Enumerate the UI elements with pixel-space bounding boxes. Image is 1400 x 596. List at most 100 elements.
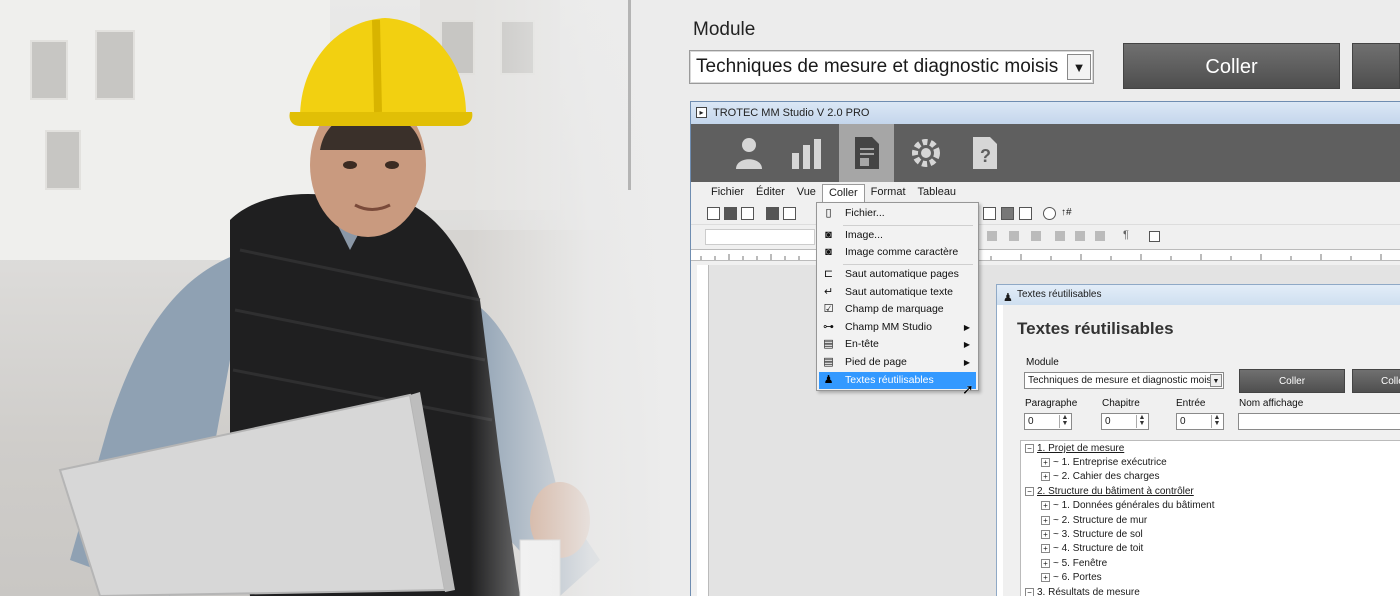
zoom-icon[interactable] bbox=[783, 207, 796, 220]
vertical-ruler bbox=[697, 265, 709, 596]
menu-item-label: Image comme caractère bbox=[845, 246, 959, 258]
menu-item-footer[interactable]: ▤ Pied de page ▶ bbox=[819, 354, 976, 371]
tree-node[interactable]: + ~ 1. Entreprise exécutrice bbox=[1041, 456, 1167, 470]
style-selector[interactable] bbox=[705, 229, 815, 245]
tree-node-label: ~ 2. Structure de mur bbox=[1053, 515, 1148, 526]
tree-node[interactable]: + ~ 2. Structure de mur bbox=[1041, 514, 1147, 528]
tree-node[interactable]: + ~ 5. Fenêtre bbox=[1041, 557, 1107, 571]
tree-node-label: ~ 4. Structure de toit bbox=[1053, 543, 1144, 554]
save-icon[interactable] bbox=[741, 207, 754, 220]
menu-item-image-character[interactable]: ◙ Image comme caractère bbox=[819, 244, 976, 261]
tree-node[interactable]: + ~ 2. Cahier des charges bbox=[1041, 470, 1159, 484]
field-number-icon[interactable]: ↑# bbox=[1061, 207, 1072, 218]
new-document-icon[interactable] bbox=[707, 207, 720, 220]
module-select-value: Techniques de mesure et diagnostic moisi… bbox=[696, 56, 1059, 77]
collapse-icon[interactable]: − bbox=[1025, 486, 1034, 496]
indent-icon[interactable] bbox=[1095, 231, 1105, 241]
dialog-heading: Textes réutilisables bbox=[1017, 319, 1174, 338]
chevron-down-icon[interactable]: ▼ bbox=[1210, 374, 1222, 387]
expand-icon[interactable]: + bbox=[1041, 457, 1050, 467]
expand-icon[interactable]: + bbox=[1041, 471, 1050, 481]
paste-button-secondary[interactable] bbox=[1352, 43, 1400, 89]
ribbon-tab-help[interactable]: ? bbox=[957, 124, 1012, 182]
menu-item-label: En-tête bbox=[845, 338, 879, 350]
menu-item-page-break[interactable]: ⊏ Saut automatique pages bbox=[819, 266, 976, 283]
insert-table-icon[interactable] bbox=[1001, 207, 1014, 220]
tree-node[interactable]: −3. Résultats de mesure bbox=[1025, 586, 1140, 596]
entry-stepper[interactable]: 0 ▲ ▼ bbox=[1176, 413, 1224, 430]
menu-item-text-break[interactable]: ↵ Saut automatique texte bbox=[819, 284, 976, 301]
menu-item-header[interactable]: ▤ En-tête ▶ bbox=[819, 336, 976, 353]
dialog-paste-button[interactable]: Coller bbox=[1239, 369, 1345, 393]
horizontal-ruler bbox=[691, 249, 1400, 261]
display-name-label: Nom affichage bbox=[1239, 398, 1304, 409]
expand-icon[interactable]: + bbox=[1041, 500, 1050, 510]
tree-node[interactable]: + ~ 3. Structure de sol bbox=[1041, 528, 1143, 542]
stepper-arrows-icon[interactable]: ▲ ▼ bbox=[1211, 414, 1222, 428]
chapter-stepper[interactable]: 0 ▲ ▼ bbox=[1101, 413, 1149, 430]
paragraph-label: Paragraphe bbox=[1025, 398, 1078, 409]
tree-node[interactable]: + ~ 4. Structure de toit bbox=[1041, 542, 1143, 556]
chart-icon bbox=[791, 139, 821, 169]
menu-format[interactable]: Format bbox=[865, 184, 912, 201]
dialog-paste-button-secondary[interactable]: Colle bbox=[1352, 369, 1400, 393]
insert-image-icon[interactable] bbox=[1019, 207, 1032, 220]
collapse-icon[interactable]: − bbox=[1025, 587, 1034, 596]
menu-coller[interactable]: Coller bbox=[821, 183, 865, 202]
menu-item-image[interactable]: ◙ Image... bbox=[819, 227, 976, 244]
stepper-arrows-icon[interactable]: ▲ ▼ bbox=[1136, 414, 1147, 428]
align-right-icon[interactable] bbox=[987, 231, 997, 241]
bullet-list-icon[interactable] bbox=[1075, 231, 1085, 241]
tree-node[interactable]: + ~ 6. Portes bbox=[1041, 571, 1102, 585]
print-icon[interactable] bbox=[766, 207, 779, 220]
app-icon: ▸ bbox=[696, 107, 707, 118]
ribbon-tab-charts[interactable] bbox=[779, 124, 834, 182]
insert-chart-icon[interactable] bbox=[983, 207, 996, 220]
dialog-module-select[interactable]: Techniques de mesure et diagnostic moisi… bbox=[1024, 372, 1224, 389]
module-select[interactable]: Techniques de mesure et diagnostic moisi… bbox=[689, 50, 1094, 84]
photo-fade bbox=[470, 0, 660, 596]
menu-vue[interactable]: Vue bbox=[791, 184, 822, 201]
print-preview-icon[interactable] bbox=[724, 207, 737, 220]
menu-item-mm-studio-field[interactable]: ⊶ Champ MM Studio ▶ bbox=[819, 319, 976, 336]
menu-editer[interactable]: Éditer bbox=[750, 184, 791, 201]
expand-icon[interactable]: + bbox=[1041, 543, 1050, 553]
expand-icon[interactable]: + bbox=[1041, 558, 1050, 568]
svg-text:?: ? bbox=[980, 146, 991, 166]
paragraph-mark-icon[interactable]: ¶ bbox=[1123, 229, 1129, 241]
menu-item-marking-field[interactable]: ☑ Champ de marquage bbox=[819, 301, 976, 318]
refresh-icon[interactable] bbox=[1043, 207, 1056, 220]
tree-node[interactable]: −1. Projet de mesure bbox=[1025, 442, 1124, 456]
align-center-icon[interactable] bbox=[1009, 231, 1019, 241]
numbered-list-icon[interactable] bbox=[1055, 231, 1065, 241]
main-toolbar: ↑# bbox=[691, 203, 1400, 225]
menu-item-label: Fichier... bbox=[845, 207, 885, 219]
chevron-down-icon[interactable]: ▼ bbox=[1067, 54, 1091, 80]
mouse-cursor-icon: ➚ bbox=[962, 381, 974, 397]
expand-icon[interactable]: + bbox=[1041, 515, 1050, 525]
menu-item-fichier[interactable]: ▯ Fichier... bbox=[819, 205, 976, 222]
menu-item-reusable-texts[interactable]: ♟ Textes réutilisables bbox=[819, 372, 976, 389]
ribbon-tab-contacts[interactable] bbox=[721, 124, 776, 182]
menu-tableau[interactable]: Tableau bbox=[912, 184, 963, 201]
expand-icon[interactable]: + bbox=[1041, 572, 1050, 582]
ribbon-tab-settings[interactable] bbox=[898, 124, 953, 182]
expand-icon[interactable]: + bbox=[1041, 529, 1050, 539]
dialog-title-bar: ♟ Textes réutilisables bbox=[997, 285, 1400, 305]
stepper-arrows-icon[interactable]: ▲ ▼ bbox=[1059, 414, 1070, 428]
key-icon: ⊶ bbox=[823, 321, 834, 333]
justify-icon[interactable] bbox=[1031, 231, 1041, 241]
text-break-icon: ↵ bbox=[823, 286, 834, 298]
menu-fichier[interactable]: Fichier bbox=[705, 184, 750, 201]
tree-node[interactable]: −2. Structure du bâtiment à contrôler bbox=[1025, 485, 1194, 499]
display-name-input[interactable] bbox=[1238, 413, 1400, 430]
paste-button[interactable]: Coller bbox=[1123, 43, 1340, 89]
paragraph-stepper[interactable]: 0 ▲ ▼ bbox=[1024, 413, 1072, 430]
menu-item-label: Pied de page bbox=[845, 356, 907, 368]
tree-node-label: 3. Résultats de mesure bbox=[1037, 587, 1140, 596]
tree-node[interactable]: + ~ 1. Données générales du bâtiment bbox=[1041, 499, 1215, 513]
frame-icon[interactable] bbox=[1149, 231, 1160, 242]
collapse-icon[interactable]: − bbox=[1025, 443, 1034, 453]
ribbon-tab-reports[interactable] bbox=[839, 124, 894, 182]
menu-item-label: Image... bbox=[845, 229, 883, 241]
